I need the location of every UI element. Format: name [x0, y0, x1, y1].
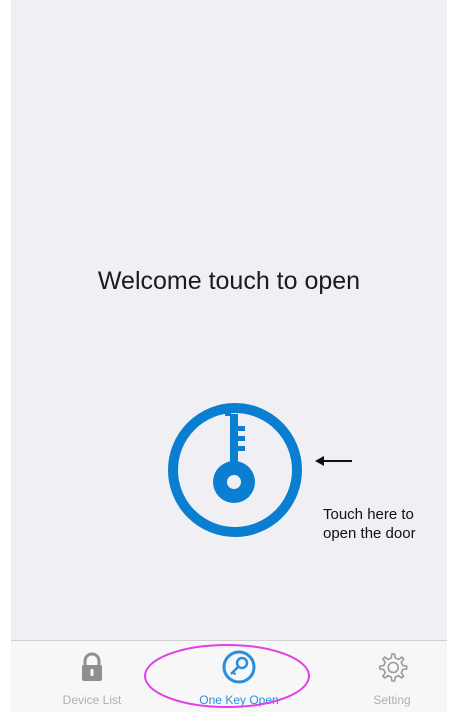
tab-device-list[interactable]: Device List — [32, 641, 152, 712]
tab-bar: Device List One Key Open Setting — [11, 640, 447, 712]
key-icon — [168, 403, 302, 537]
open-door-button[interactable] — [166, 402, 304, 538]
tab-label: Setting — [373, 693, 411, 707]
open-door-hint: Touch here to open the door — [323, 505, 443, 543]
gear-icon — [332, 649, 452, 685]
hint-line-2: open the door — [323, 525, 416, 542]
hint-line-1: Touch here to — [323, 506, 414, 523]
left-arrow-icon — [314, 454, 354, 473]
app-screen: Welcome touch to open Touch here to open… — [11, 0, 447, 712]
tab-label: Device List — [62, 693, 122, 707]
welcome-message: Welcome touch to open — [97, 267, 361, 295]
tab-setting[interactable]: Setting — [332, 641, 452, 712]
key-circle-icon — [179, 649, 299, 685]
tab-label: One Key Open — [199, 693, 279, 707]
lock-icon — [32, 649, 152, 685]
tab-one-key-open[interactable]: One Key Open — [179, 641, 299, 712]
